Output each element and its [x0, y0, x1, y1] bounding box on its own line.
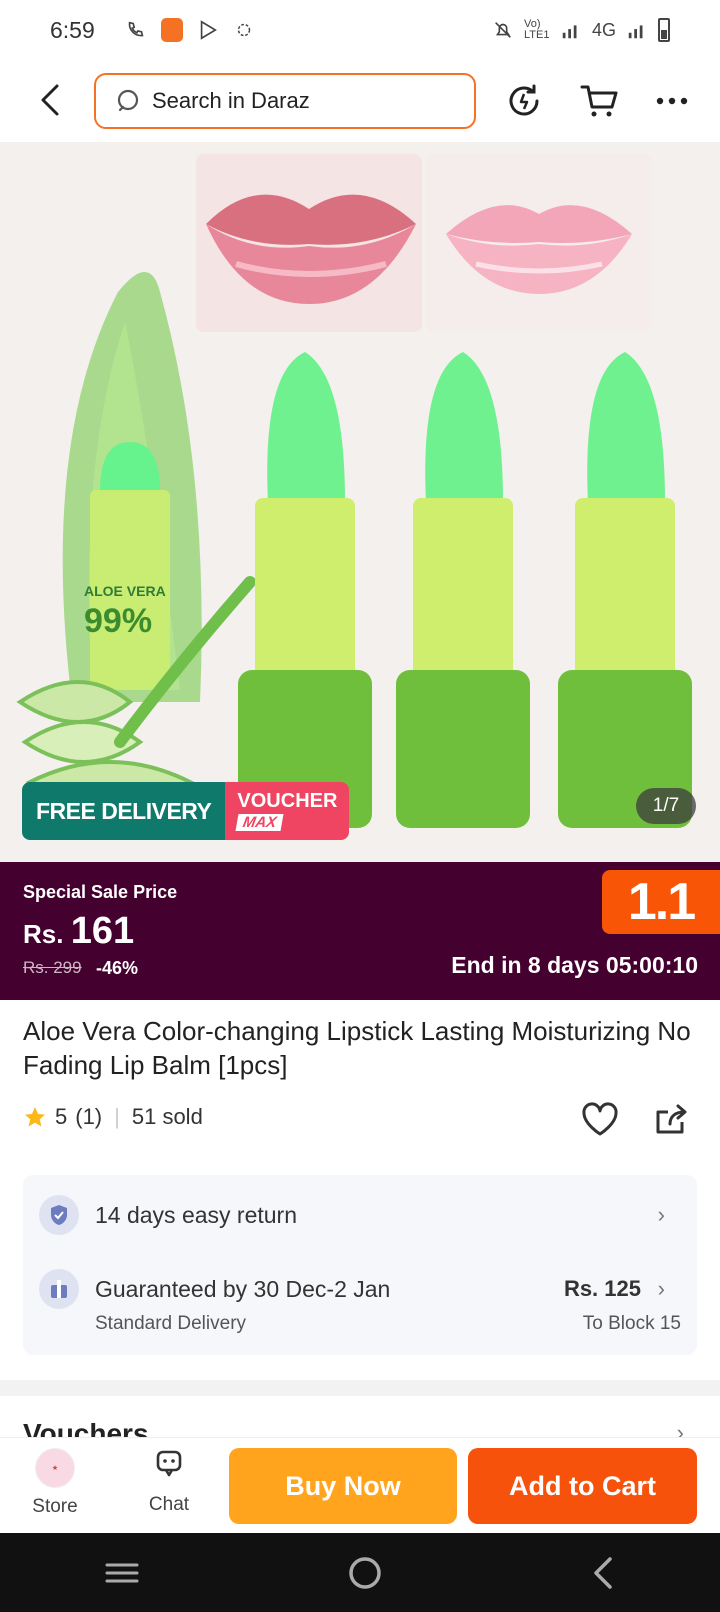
chat-button[interactable]: Chat: [124, 1448, 214, 1516]
divider: |: [114, 1104, 120, 1129]
buy-now-button[interactable]: Buy Now: [229, 1448, 457, 1524]
rating-value: 5: [55, 1104, 68, 1129]
mute-icon: [495, 22, 511, 38]
history-icon: [509, 84, 539, 116]
battery-icon: [658, 18, 670, 42]
back-arrow-icon: [41, 84, 59, 116]
network-label: 4G: [591, 19, 616, 40]
voucher-max-label: MAX: [235, 814, 285, 831]
volte-label: Vo) LTE1: [523, 18, 550, 41]
delivery-date-text: Guaranteed by 30 Dec-2 Jan: [95, 1275, 391, 1302]
image-counter: 1/7: [636, 788, 696, 824]
review-count: (1): [75, 1104, 103, 1129]
star-icon: [25, 1107, 45, 1127]
lipstick-illustration: ALOE VERA 99%: [16, 272, 692, 828]
top-header: [0, 60, 720, 140]
lipstick-1: [238, 352, 372, 828]
aloe-percent-label: 99%: [84, 602, 152, 640]
store-label: Store: [32, 1496, 78, 1517]
cart-icon: [580, 85, 618, 117]
search-input[interactable]: [152, 88, 452, 114]
play-store-icon: [200, 20, 217, 40]
lipstick-2: [396, 352, 530, 828]
original-price: Rs. 299: [23, 958, 82, 977]
return-policy-text: 14 days easy return: [95, 1201, 298, 1228]
system-nav-bar: [0, 1533, 720, 1612]
chevron-right-icon: ›: [657, 1276, 665, 1301]
status-time: 6:59: [50, 16, 95, 43]
promo-badge: FREE DELIVERY VOUCHER MAX: [22, 782, 350, 840]
heart-icon: [582, 1102, 618, 1136]
search-bar[interactable]: [94, 73, 476, 129]
history-button[interactable]: [502, 79, 546, 123]
rating-row[interactable]: 5 (1) | 51 sold: [23, 1104, 203, 1130]
section-divider: [0, 1380, 720, 1396]
back-button[interactable]: [30, 80, 70, 120]
sale-label: Special Sale Price: [23, 882, 178, 902]
discount-percent: -46%: [96, 958, 139, 978]
recents-icon[interactable]: [104, 1559, 140, 1587]
delivery-type: Standard Delivery: [95, 1313, 247, 1334]
delivery-location: To Block 15: [582, 1313, 681, 1334]
product-gallery[interactable]: ALOE VERA 99% FREE DELIVERY VOUCHER MAX …: [0, 142, 720, 862]
search-icon: [117, 89, 139, 112]
status-bar: 6:59 Vo) LTE1 4G: [0, 0, 720, 60]
wishlist-button[interactable]: [580, 1100, 620, 1140]
settings-icon: [237, 23, 250, 37]
currency-label: Rs.: [23, 919, 64, 949]
free-delivery-badge: FREE DELIVERY: [22, 782, 226, 840]
more-button[interactable]: [650, 79, 694, 123]
voucher-label: VOUCHER: [237, 790, 338, 812]
system-back-icon[interactable]: [590, 1555, 616, 1591]
aloe-vera-label: ALOE VERA: [84, 583, 166, 599]
chat-icon: [156, 1450, 182, 1477]
delivery-icon: [39, 1269, 79, 1309]
signal-icon: [562, 25, 577, 39]
price-amount: 161: [70, 910, 135, 952]
chevron-right-icon: ›: [657, 1202, 665, 1227]
call-icon: [128, 21, 144, 37]
store-avatar: ★: [35, 1448, 75, 1488]
share-icon: [656, 1104, 687, 1134]
sale-price: Rs. 161: [23, 910, 134, 953]
store-button[interactable]: ★ Store: [10, 1448, 100, 1518]
sale-banner: Special Sale Price Rs. 161 Rs. 299 -46% …: [0, 862, 720, 1000]
product-title: Aloe Vera Color-changing Lipstick Lastin…: [23, 1016, 691, 1080]
campaign-badge: 1.1: [602, 870, 720, 934]
bottom-action-bar: ★ Store Chat Buy Now Add to Cart: [0, 1437, 720, 1533]
signal-icon-2: [628, 25, 643, 39]
delivery-row[interactable]: Guaranteed by 30 Dec-2 Jan Rs. 125 ›: [39, 1269, 681, 1309]
voucher-max-badge: VOUCHER MAX: [225, 782, 350, 840]
sold-count: 51 sold: [131, 1104, 203, 1129]
add-to-cart-button[interactable]: Add to Cart: [468, 1448, 697, 1524]
chat-label: Chat: [148, 1494, 190, 1515]
return-policy-row[interactable]: 14 days easy return ›: [39, 1195, 681, 1235]
cart-button[interactable]: [577, 79, 621, 123]
share-button[interactable]: [652, 1100, 692, 1140]
sale-countdown: End in 8 days 05:00:10: [451, 952, 698, 978]
delivery-price: Rs. 125: [563, 1276, 641, 1301]
home-icon[interactable]: [347, 1555, 383, 1591]
daraz-app-icon: [160, 18, 183, 42]
shield-icon: [39, 1195, 79, 1235]
lipstick-3: [558, 352, 692, 828]
service-info-card: 14 days easy return › Guaranteed by 30 D…: [23, 1175, 697, 1355]
more-icon: [656, 97, 688, 105]
